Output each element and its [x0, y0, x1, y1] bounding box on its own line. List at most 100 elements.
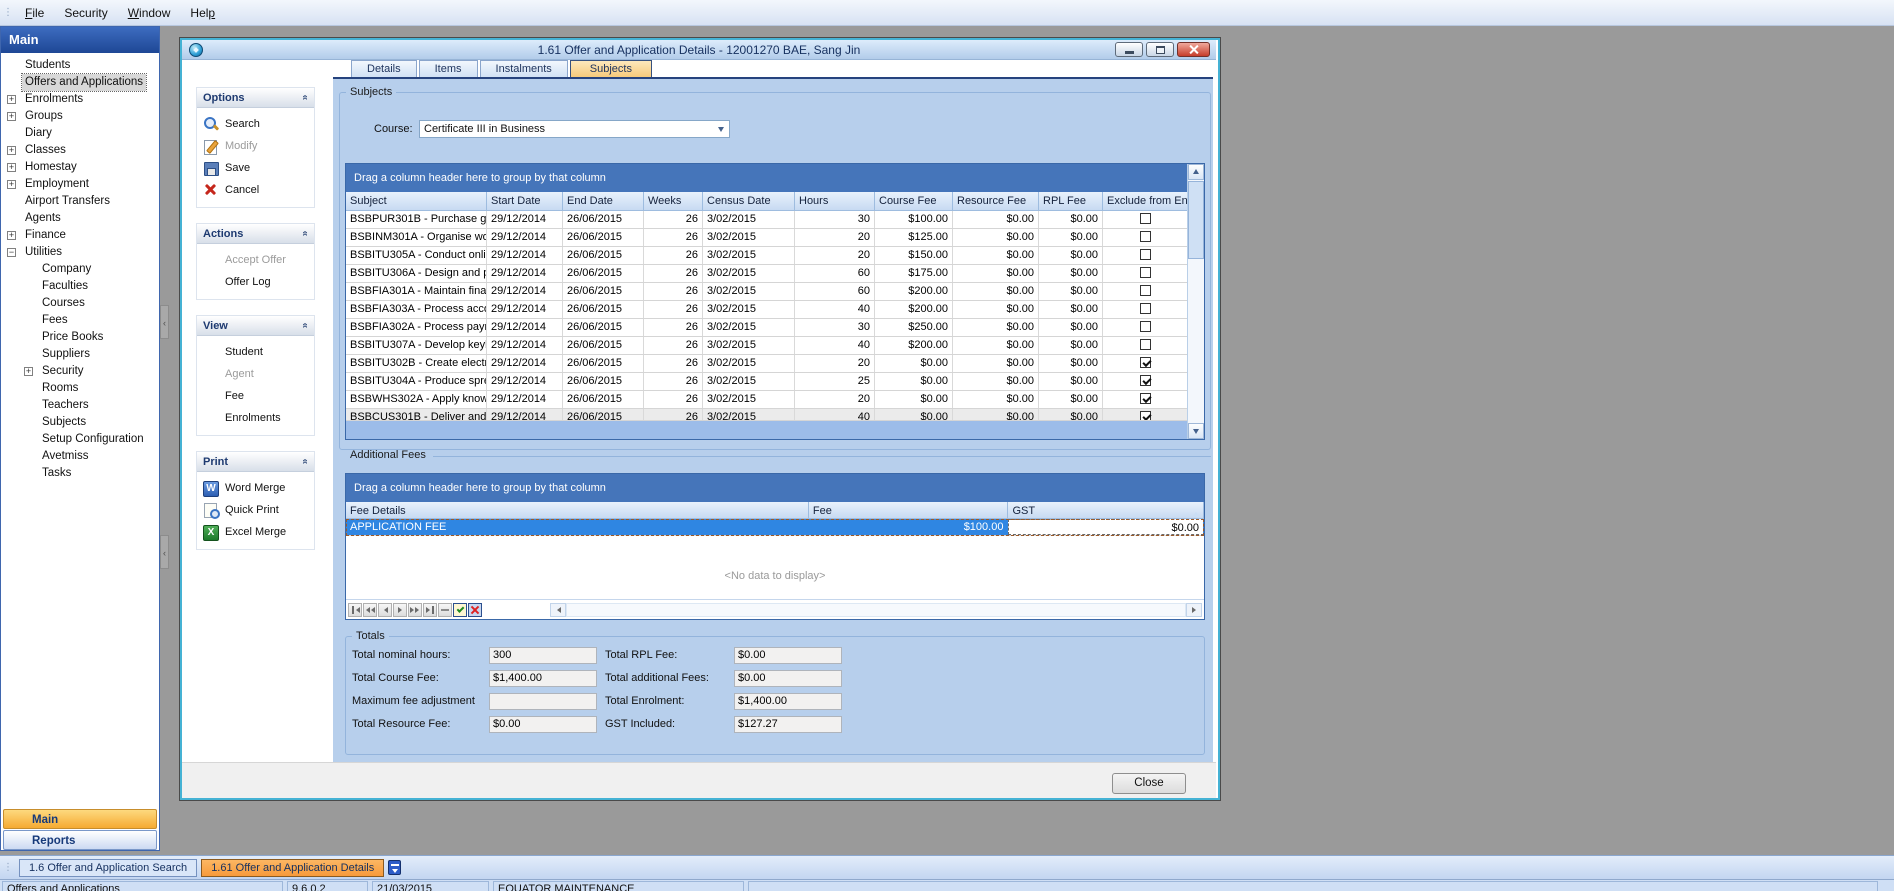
cell-rpl_fee[interactable]: $0.00	[1039, 265, 1103, 282]
cell-start[interactable]: 29/12/2014	[487, 211, 563, 228]
maximize-button[interactable]	[1146, 42, 1174, 57]
nav-last-icon[interactable]	[423, 603, 437, 617]
menu-item-window[interactable]: Window	[118, 0, 181, 26]
panel-action-search[interactable]: Search	[197, 113, 314, 135]
hscroll-right-icon[interactable]	[1186, 603, 1202, 617]
cell-census[interactable]: 3/02/2015	[703, 319, 795, 336]
cell-exclude[interactable]	[1103, 391, 1189, 408]
tab-subjects[interactable]: Subjects	[570, 60, 652, 78]
sidebar-item-offers-and-applications[interactable]: Offers and Applications	[1, 74, 159, 91]
cell-hours[interactable]: 20	[795, 229, 875, 246]
sidebar-item-courses[interactable]: Courses	[1, 295, 159, 312]
cell-resource_fee[interactable]: $0.00	[953, 391, 1039, 408]
expand-plus-icon[interactable]: +	[24, 367, 33, 376]
group-by-bar[interactable]: Drag a column header here to group by th…	[346, 164, 1204, 192]
hscroll-track[interactable]	[566, 603, 1186, 617]
cell-fee[interactable]: $100.00	[809, 519, 1009, 535]
nav-post-icon[interactable]	[453, 603, 467, 617]
nav-cancel-edit-icon[interactable]	[468, 603, 482, 617]
cell-hours[interactable]: 20	[795, 247, 875, 264]
cell-census[interactable]: 3/02/2015	[703, 409, 795, 420]
cell-exclude[interactable]	[1103, 229, 1189, 246]
taskbar-tab-1-61-offer-and-application-details[interactable]: 1.61 Offer and Application Details	[201, 859, 384, 877]
cell-subject[interactable]: BSBPUR301B - Purchase goods	[346, 211, 487, 228]
cell-start[interactable]: 29/12/2014	[487, 247, 563, 264]
cell-subject[interactable]: BSBITU305A - Conduct online	[346, 247, 487, 264]
cell-weeks[interactable]: 26	[644, 355, 703, 372]
sidebar-item-diary[interactable]: Diary	[1, 125, 159, 142]
scrollbar-thumb[interactable]	[1188, 181, 1204, 259]
panel-action-quick-print[interactable]: Quick Print	[197, 499, 314, 521]
cell-course_fee[interactable]: $0.00	[875, 373, 953, 390]
column-header-start[interactable]: Start Date	[487, 192, 563, 210]
cell-exclude[interactable]	[1103, 373, 1189, 390]
expand-plus-icon[interactable]: +	[7, 146, 16, 155]
cell-hours[interactable]: 40	[795, 337, 875, 354]
sidebar-item-utilities[interactable]: −Utilities	[1, 244, 159, 261]
cell-weeks[interactable]: 26	[644, 247, 703, 264]
sidebar-item-classes[interactable]: +Classes	[1, 142, 159, 159]
cell-start[interactable]: 29/12/2014	[487, 373, 563, 390]
table-row[interactable]: BSBINM301A - Organise workp29/12/201426/…	[346, 229, 1204, 247]
table-row[interactable]: BSBPUR301B - Purchase goods29/12/201426/…	[346, 211, 1204, 229]
sidebar-item-subjects[interactable]: Subjects	[1, 414, 159, 431]
cell-exclude[interactable]	[1103, 355, 1189, 372]
panel-action-excel-merge[interactable]: Excel Merge	[197, 521, 314, 543]
cell-end[interactable]: 26/06/2015	[563, 211, 644, 228]
checkbox-checked-icon[interactable]	[1140, 375, 1151, 386]
cell-gst[interactable]: $0.00	[1008, 519, 1204, 535]
splitter-collapse-icon[interactable]: ‹	[160, 535, 169, 569]
column-header-weeks[interactable]: Weeks	[644, 192, 703, 210]
cell-course_fee[interactable]: $125.00	[875, 229, 953, 246]
column-header-course_fee[interactable]: Course Fee	[875, 192, 953, 210]
column-header-resource_fee[interactable]: Resource Fee	[953, 192, 1039, 210]
cell-start[interactable]: 29/12/2014	[487, 265, 563, 282]
cell-start[interactable]: 29/12/2014	[487, 409, 563, 420]
chevron-up-icon[interactable]: »	[300, 95, 311, 101]
expand-plus-icon[interactable]: +	[7, 180, 16, 189]
cell-end[interactable]: 26/06/2015	[563, 229, 644, 246]
dialog-titlebar[interactable]: 1.61 Offer and Application Details - 120…	[182, 40, 1216, 60]
checkbox-unchecked-icon[interactable]	[1140, 339, 1151, 350]
sidebar-item-faculties[interactable]: Faculties	[1, 278, 159, 295]
sidebar-item-fees[interactable]: Fees	[1, 312, 159, 329]
taskbar-tab-1-6-offer-and-application-search[interactable]: 1.6 Offer and Application Search	[19, 859, 197, 877]
cell-resource_fee[interactable]: $0.00	[953, 265, 1039, 282]
cell-start[interactable]: 29/12/2014	[487, 319, 563, 336]
nav-next-icon[interactable]	[393, 603, 407, 617]
checkbox-checked-icon[interactable]	[1140, 393, 1151, 404]
toolbar-grip-icon[interactable]: ⋮	[0, 7, 15, 18]
scroll-up-icon[interactable]	[1188, 164, 1204, 180]
sidebar-item-homestay[interactable]: +Homestay	[1, 159, 159, 176]
cell-resource_fee[interactable]: $0.00	[953, 301, 1039, 318]
cell-exclude[interactable]	[1103, 211, 1189, 228]
panel-group-header-options[interactable]: Options»	[197, 88, 314, 108]
cell-course_fee[interactable]: $100.00	[875, 211, 953, 228]
cell-exclude[interactable]	[1103, 301, 1189, 318]
nav-prev-icon[interactable]	[378, 603, 392, 617]
sidebar-item-company[interactable]: Company	[1, 261, 159, 278]
table-row[interactable]: BSBITU302B - Create electron29/12/201426…	[346, 355, 1204, 373]
close-button[interactable]	[1177, 42, 1210, 57]
panel-action-student[interactable]: Student	[197, 341, 314, 363]
chevron-up-icon[interactable]: »	[300, 459, 311, 465]
collapse-minus-icon[interactable]: −	[7, 248, 16, 257]
tab-details[interactable]: Details	[351, 60, 417, 78]
checkbox-unchecked-icon[interactable]	[1140, 267, 1151, 278]
expand-plus-icon[interactable]: +	[7, 112, 16, 121]
checkbox-unchecked-icon[interactable]	[1140, 285, 1151, 296]
table-row[interactable]: BSBITU304A - Produce spread29/12/201426/…	[346, 373, 1204, 391]
cell-hours[interactable]: 40	[795, 409, 875, 420]
minimize-button[interactable]	[1115, 42, 1143, 57]
table-row[interactable]: BSBITU305A - Conduct online29/12/201426/…	[346, 247, 1204, 265]
cell-census[interactable]: 3/02/2015	[703, 373, 795, 390]
panel-group-header-print[interactable]: Print»	[197, 452, 314, 472]
cell-end[interactable]: 26/06/2015	[563, 391, 644, 408]
checkbox-unchecked-icon[interactable]	[1140, 249, 1151, 260]
cell-subject[interactable]: BSBINM301A - Organise workp	[346, 229, 487, 246]
cell-census[interactable]: 3/02/2015	[703, 247, 795, 264]
panel-group-header-actions[interactable]: Actions»	[197, 224, 314, 244]
cell-weeks[interactable]: 26	[644, 229, 703, 246]
cell-resource_fee[interactable]: $0.00	[953, 229, 1039, 246]
table-row[interactable]: BSBITU306A - Design and prod29/12/201426…	[346, 265, 1204, 283]
